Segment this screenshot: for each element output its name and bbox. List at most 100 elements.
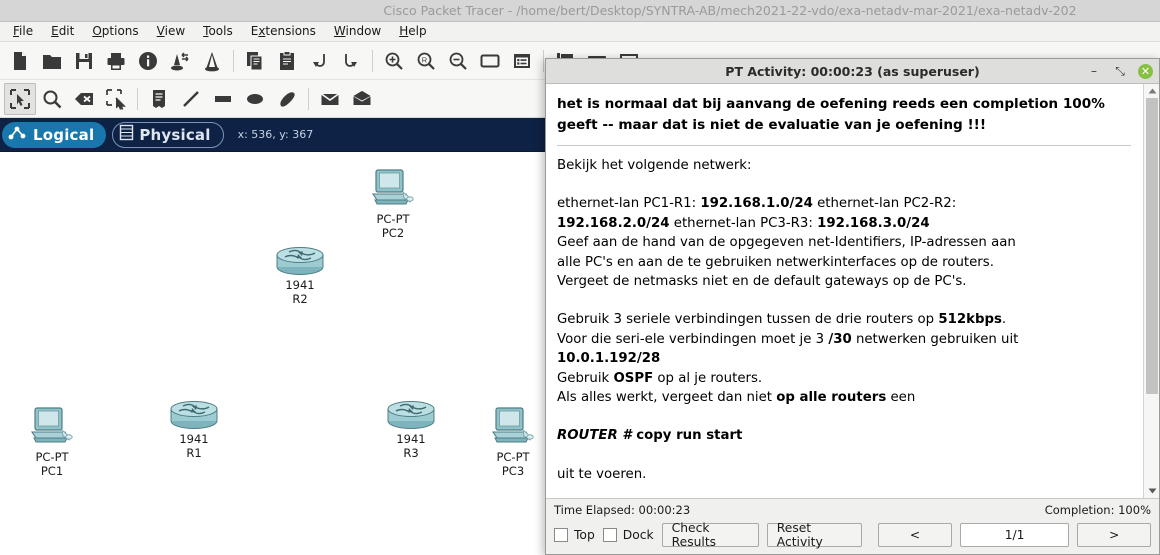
- dialog-body: het is normaal dat bij aanvang de oefeni…: [546, 84, 1159, 499]
- add-complex-pdu-icon[interactable]: [346, 83, 378, 115]
- lan-3-network: 192.168.3.0/24: [817, 215, 930, 231]
- menu-item-file[interactable]: File: [4, 22, 42, 41]
- scroll-up-icon[interactable]: [1144, 84, 1159, 98]
- serial-1-suffix: .: [1001, 312, 1007, 328]
- undo-icon[interactable]: [303, 45, 335, 77]
- physical-view-button[interactable]: Physical: [112, 121, 224, 148]
- device-labels: 1941 R1: [139, 432, 249, 460]
- new-file-icon[interactable]: [4, 45, 36, 77]
- note-icon[interactable]: [143, 83, 175, 115]
- lan-1-prefix: ethernet-lan PC1-R1:: [557, 196, 701, 212]
- dock-checkbox-label: Dock: [622, 528, 654, 542]
- zoom-out-icon[interactable]: [442, 45, 474, 77]
- task-line-3: Vergeet de netmasks niet en de default g…: [557, 274, 967, 290]
- serial-supernet: 10.0.1.192/28: [557, 351, 661, 367]
- device-labels: 1941 R3: [356, 432, 466, 460]
- menubar: File Edit Options View Tools Extensions Window…: [0, 22, 1160, 42]
- menu-item-window[interactable]: Window: [325, 22, 390, 41]
- serial-bandwidth: 512kbps: [938, 312, 1002, 328]
- final-suffix: een: [886, 390, 916, 406]
- ospf-line: Gebruik OSPF op al je routers.: [557, 369, 1131, 388]
- menu-item-edit[interactable]: Edit: [42, 22, 83, 41]
- lan-1-suffix: ethernet-lan PC2-R2:: [812, 196, 957, 212]
- lan-1-network: 192.168.1.0/24: [700, 196, 813, 212]
- device-node-r1[interactable]: 1941 R1: [139, 386, 249, 460]
- draw-rectangle-icon[interactable]: [207, 83, 239, 115]
- print-icon[interactable]: [100, 45, 132, 77]
- scroll-down-icon[interactable]: [1144, 484, 1159, 498]
- pc-icon: [338, 166, 448, 212]
- toolbar-separator: [137, 87, 138, 110]
- instructions-intro: Bekijk het volgende netwerk:: [557, 158, 752, 173]
- next-page-button[interactable]: >: [1077, 523, 1151, 547]
- device-labels: PC-PT PC1: [0, 450, 107, 478]
- network-info-icon[interactable]: [164, 45, 196, 77]
- serial-1-prefix: Gebruik 3 seriele verbindingen tussen de…: [557, 312, 939, 328]
- instructions-scrollbar[interactable]: [1143, 84, 1159, 498]
- device-model: 1941: [396, 432, 426, 446]
- command-line: ROUTER # copy run start: [557, 426, 1131, 445]
- zoom-reset-icon[interactable]: R: [410, 45, 442, 77]
- menu-item-extensions[interactable]: Extensions: [242, 22, 325, 41]
- logical-view-label: Logical: [33, 125, 95, 144]
- device-node-pc2[interactable]: PC-PT PC2: [338, 166, 448, 240]
- dock-checkbox[interactable]: Dock: [602, 528, 654, 542]
- resize-shape-icon[interactable]: [100, 83, 132, 115]
- menu-item-help[interactable]: Help: [390, 22, 435, 41]
- save-icon[interactable]: [68, 45, 100, 77]
- select-icon[interactable]: [4, 82, 36, 115]
- previous-page-button[interactable]: <: [878, 523, 952, 547]
- scrollbar-thumb[interactable]: [1146, 98, 1158, 394]
- ospf-prefix: Gebruik: [557, 370, 614, 386]
- menu-item-tools[interactable]: Tools: [194, 22, 242, 41]
- pt-activity-dialog: PT Activity: 00:00:23 (as superuser) – ⤡…: [545, 58, 1160, 555]
- custom-devices-icon[interactable]: [196, 45, 228, 77]
- redo-icon[interactable]: [335, 45, 367, 77]
- check-results-button[interactable]: Check Results: [661, 521, 759, 549]
- top-checkbox-label: Top: [574, 528, 595, 542]
- add-simple-pdu-icon[interactable]: [314, 83, 346, 115]
- open-folder-icon[interactable]: [36, 45, 68, 77]
- device-labels: 1941 R2: [245, 278, 355, 306]
- draw-ellipse-icon[interactable]: [239, 83, 271, 115]
- ospf-suffix: op al je routers.: [653, 370, 763, 386]
- inspect-icon[interactable]: [36, 83, 68, 115]
- serial-line-2: Voor die seri-ele verbindingen moet je 3…: [557, 330, 1131, 349]
- paste-icon[interactable]: [271, 45, 303, 77]
- activity-wizard-icon[interactable]: [132, 45, 164, 77]
- zoom-in-icon[interactable]: [378, 45, 410, 77]
- device-name: PC1: [40, 463, 64, 478]
- device-node-r3[interactable]: 1941 R3: [356, 386, 466, 460]
- copy-icon[interactable]: [239, 45, 271, 77]
- window-titlebar: Cisco Packet Tracer - /home/bert/Desktop…: [0, 0, 1160, 22]
- logical-icon: [8, 125, 28, 145]
- dialog-title: PT Activity: 00:00:23 (as superuser): [725, 63, 980, 79]
- logical-view-button[interactable]: Logical: [2, 121, 107, 148]
- device-node-pc1[interactable]: PC-PT PC1: [0, 404, 107, 478]
- toolbar-separator: [543, 49, 544, 72]
- close-icon[interactable]: ✕: [1138, 63, 1153, 79]
- delete-icon[interactable]: [68, 83, 100, 115]
- final-emphasis: op alle routers: [776, 390, 887, 406]
- palette-icon[interactable]: [474, 45, 506, 77]
- dock-checkbox-box[interactable]: [602, 528, 617, 542]
- dialog-footer: Top Dock Check Results Reset Activity < …: [546, 520, 1159, 554]
- toolbar-separator: [308, 87, 309, 110]
- reset-activity-button[interactable]: Reset Activity: [766, 521, 863, 549]
- custom-devices-dialog-icon[interactable]: [506, 45, 538, 77]
- menu-item-view[interactable]: View: [148, 22, 194, 41]
- minimize-icon[interactable]: –: [1086, 63, 1102, 79]
- ospf-protocol: OSPF: [613, 370, 654, 386]
- device-name: R2: [292, 291, 308, 306]
- draw-line-icon[interactable]: [175, 83, 207, 115]
- device-node-r2[interactable]: 1941 R2: [245, 232, 355, 306]
- top-checkbox-box[interactable]: [554, 528, 568, 542]
- top-checkbox[interactable]: Top: [554, 528, 595, 542]
- draw-freeform-icon[interactable]: [271, 83, 303, 115]
- menu-item-options[interactable]: Options: [83, 22, 147, 41]
- maximize-icon[interactable]: ⤡: [1112, 63, 1128, 79]
- completion-label: Completion: 100%: [1044, 502, 1151, 517]
